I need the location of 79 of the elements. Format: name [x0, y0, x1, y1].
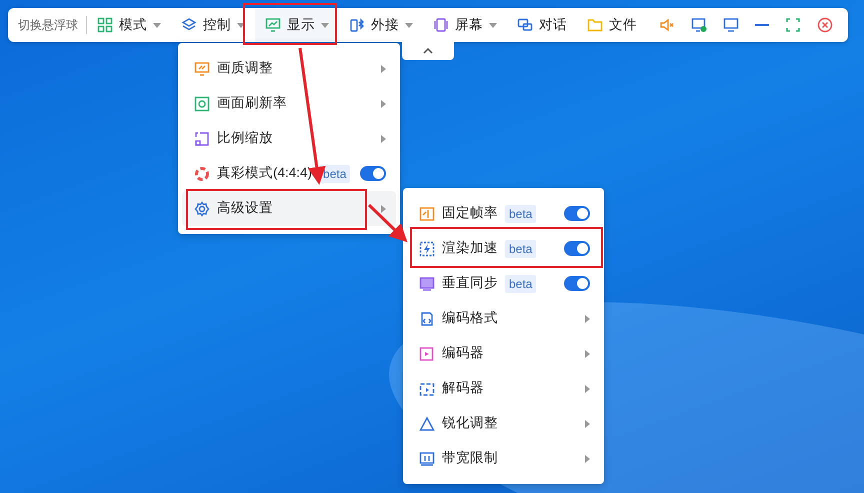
- toggle-switch[interactable]: [360, 166, 386, 181]
- code-file-icon: [419, 310, 435, 326]
- toggle-switch[interactable]: [564, 206, 590, 221]
- speaker-muted-icon: [659, 17, 675, 33]
- triangle-icon: [419, 416, 435, 432]
- menu-item[interactable]: 垂直同步 beta: [407, 266, 600, 301]
- pointer-arrow: [368, 204, 408, 242]
- menu-item[interactable]: 画面刷新率: [182, 86, 396, 121]
- beta-tag: beta: [505, 240, 536, 258]
- refresh-icon: [194, 96, 210, 112]
- grid-icon: [97, 17, 113, 33]
- toolbar-menu-button[interactable]: 控制: [171, 8, 255, 42]
- color-ring-icon: [194, 166, 210, 182]
- menu-item-label: 编码格式: [442, 309, 498, 328]
- menu-item-label: 画质调整: [217, 59, 273, 78]
- submenu-arrow-icon: [381, 64, 386, 72]
- submenu-arrow-icon: [585, 314, 590, 322]
- minimize-icon: [755, 24, 769, 26]
- layers-icon: [181, 17, 197, 33]
- lightning-icon: [419, 240, 435, 256]
- submenu-arrow-icon: [381, 134, 386, 142]
- menu-item[interactable]: 编码格式: [407, 301, 600, 336]
- monitor-chart-icon: [194, 60, 210, 76]
- menu-item[interactable]: 解码器: [407, 371, 600, 406]
- chat-icon: [517, 17, 533, 33]
- gear-icon: [194, 200, 210, 216]
- chevron-up-icon: [423, 48, 433, 54]
- bandwidth-icon: [419, 450, 435, 466]
- menu-item-label: 画面刷新率: [217, 94, 287, 112]
- monitor-icon: [723, 17, 739, 33]
- monitor-check-icon: [691, 17, 707, 33]
- toolbar-menu-button[interactable]: 外接: [339, 8, 423, 42]
- menu-item[interactable]: 锐化调整: [407, 406, 600, 441]
- toolbar-menu-button[interactable]: 文件: [577, 8, 647, 42]
- toolbar-menu-button[interactable]: 模式: [87, 8, 171, 42]
- menu-item-label: 垂直同步: [442, 274, 498, 292]
- menu-item-label: 高级设置: [217, 199, 273, 218]
- collapse-tab[interactable]: [402, 42, 454, 60]
- menu-item[interactable]: 固定帧率 beta: [407, 196, 600, 231]
- toggle-switch[interactable]: [564, 241, 590, 256]
- submenu-arrow-icon: [381, 204, 386, 212]
- frame-rate-icon: [419, 206, 435, 222]
- toolbar-menu-button[interactable]: 显示: [255, 8, 339, 42]
- device-bluetooth-icon: [349, 17, 365, 33]
- menu-item[interactable]: 画质调整: [182, 51, 396, 86]
- submenu-arrow-icon: [585, 384, 590, 392]
- menu-item-label: 锐化调整: [442, 414, 498, 432]
- scale-icon: [194, 130, 210, 146]
- float-ball-toggle[interactable]: 切换悬浮球: [8, 16, 86, 34]
- menu-item-label: 固定帧率: [442, 204, 498, 222]
- beta-tag: beta: [505, 274, 536, 292]
- menu-item-label: 编码器: [442, 344, 484, 362]
- toggle-switch[interactable]: [564, 276, 590, 291]
- fullscreen-icon: [785, 17, 801, 33]
- menu-item-label: 真彩模式(4:4:4): [217, 164, 312, 182]
- submenu-arrow-icon: [381, 100, 386, 108]
- beta-tag: beta: [505, 204, 536, 222]
- menu-item-label: 比例缩放: [217, 129, 273, 148]
- submenu-arrow-icon: [585, 420, 590, 428]
- menu-item[interactable]: 带宽限制: [407, 441, 600, 476]
- close-icon: [817, 17, 833, 33]
- menu-item[interactable]: 真彩模式(4:4:4) beta: [182, 156, 396, 191]
- vsync-icon: [419, 276, 435, 292]
- menu-item[interactable]: 渲染加速 beta: [407, 231, 600, 266]
- screen-icon: [433, 17, 449, 33]
- menu-item-label: 解码器: [442, 379, 484, 398]
- toolbar-menu-button[interactable]: 对话: [507, 8, 577, 42]
- menu-item-label: 带宽限制: [442, 449, 498, 468]
- folder-icon: [587, 17, 603, 33]
- menu-item-label: 渲染加速: [442, 239, 498, 258]
- toolbar-menu-button[interactable]: 屏幕: [423, 8, 507, 42]
- encoder-icon: [419, 346, 435, 362]
- monitor-chart-icon: [265, 17, 281, 33]
- decoder-icon: [419, 380, 435, 396]
- menu-item[interactable]: 编码器: [407, 336, 600, 371]
- submenu-arrow-icon: [585, 350, 590, 358]
- menu-item[interactable]: 比例缩放: [182, 121, 396, 156]
- menu-item[interactable]: 高级设置: [182, 191, 396, 226]
- submenu-arrow-icon: [585, 454, 590, 462]
